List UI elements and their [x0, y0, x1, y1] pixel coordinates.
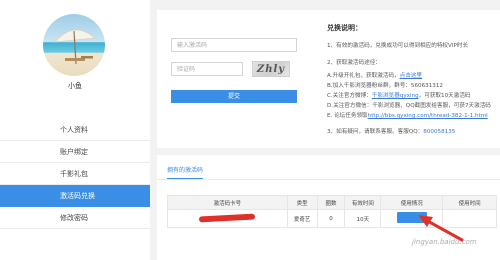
sidebar-item-redeem-code[interactable]: 激活码兑换 [0, 185, 150, 207]
route-a-text: A.升级开礼包，获取激活码， [327, 73, 400, 79]
redaction-mark [199, 213, 256, 222]
sidebar-item-profile[interactable]: 个人资料 [0, 119, 150, 141]
instruction-route-e: E. 论坛任务领取http://bbs.qyxing.com/thread-38… [327, 113, 488, 120]
route-c-suffix: ，可获取10天激活码 [418, 93, 471, 99]
instruction-route-d: D.关注官方微信：千影浏览器，QQ截图发给客服，可获7天激活码 [327, 103, 491, 109]
route-e-link[interactable]: http://bbs.qyxing.com/thread-382-1-1.htm… [368, 113, 488, 119]
activation-code-input[interactable] [171, 38, 297, 52]
sidebar-item-gift-pack[interactable]: 千影礼包 [0, 163, 150, 185]
column-header-count: 圈数 [316, 195, 346, 210]
captcha-input[interactable] [171, 62, 243, 76]
count-cell: 0 [316, 209, 346, 228]
tab-owned-codes[interactable]: 拥有的激活码 [167, 165, 204, 179]
route-c-text: C.关注官方微博： [327, 93, 372, 99]
step-3-text: 3、如有疑问，请联系客服。客服QQ： [327, 129, 424, 135]
redeem-panel: Zhly 提交 兑换说明： 1、有效的激活码，兑换成功可以得到相应的特权VIP时… [157, 10, 500, 148]
sidebar: 小鱼 个人资料 账户绑定 千影礼包 激活码兑换 修改密码 [0, 0, 150, 260]
instruction-route-a: A.升级开礼包，获取激活码，点击这里 [327, 73, 422, 80]
instruction-step-1: 1、有效的激活码，兑换成功可以得到相应的特权VIP时长 [327, 43, 469, 49]
sidebar-item-change-password[interactable]: 修改密码 [0, 207, 150, 229]
route-e-text: E. 论坛任务领取 [327, 113, 368, 119]
column-header-type: 类型 [286, 195, 318, 210]
type-cell: 爱奇艺 [286, 209, 318, 228]
instruction-route-b: B.加入千影浏览器粉丝群，群号：560631312 [327, 83, 443, 89]
instruction-route-c: C.关注官方微博：千影浏览器qyxing，可获取10天激活码 [327, 93, 471, 100]
support-qq-number: 800058135 [423, 129, 456, 135]
watermark: jingyan.baidu.com [412, 238, 477, 246]
sidebar-item-account-binding[interactable]: 账户绑定 [0, 141, 150, 163]
column-header-code: 激活码卡号 [167, 195, 288, 210]
sidebar-nav: 个人资料 账户绑定 千影礼包 激活码兑换 修改密码 [0, 119, 150, 229]
captcha-image[interactable]: Zhly [252, 61, 290, 77]
avatar[interactable] [43, 14, 105, 76]
route-c-link[interactable]: 千影浏览器qyxing [372, 93, 419, 99]
valid-time-cell: 10天 [344, 209, 382, 228]
username: 小鱼 [68, 82, 82, 90]
instructions-title: 兑换说明： [327, 24, 362, 32]
instruction-step-3: 3、如有疑问，请联系客服。客服QQ：800058135 [327, 129, 455, 136]
route-a-link[interactable]: 点击这里 [400, 73, 422, 79]
instruction-step-2: 2、获取激活码途径： [327, 60, 381, 66]
beach-umbrella-icon [54, 29, 96, 65]
submit-button[interactable]: 提交 [171, 90, 297, 103]
tab-divider [157, 179, 500, 180]
code-cell-redacted [167, 209, 288, 228]
column-header-valid-time: 有效时间 [344, 195, 382, 210]
